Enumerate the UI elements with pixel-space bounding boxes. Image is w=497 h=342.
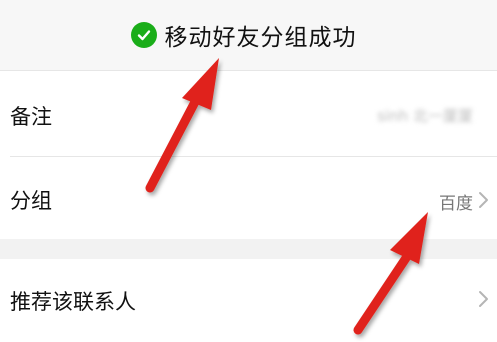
toast-text: 移动好友分组成功 [164, 25, 357, 51]
group-label: 分组 [10, 189, 52, 213]
group-value: 百度 [439, 194, 473, 214]
check-circle-icon [130, 22, 157, 48]
chevron-right-icon [479, 192, 488, 208]
success-toast: 移动好友分组成功 [0, 0, 497, 70]
recommend-contact-label: 推荐该联系人 [10, 290, 136, 314]
remark-value: sinh 北一厦厦 [377, 107, 473, 125]
remark-row[interactable]: 备注 sinh 北一厦厦 [0, 71, 497, 156]
group-row[interactable]: 分组 百度 [0, 157, 497, 239]
toast-content: 移动好友分组成功 [130, 18, 357, 52]
remark-label: 备注 [10, 105, 52, 129]
section-gap [0, 239, 497, 259]
recommend-contact-row[interactable]: 推荐该联系人 [0, 259, 497, 342]
chevron-right-icon [479, 291, 488, 307]
